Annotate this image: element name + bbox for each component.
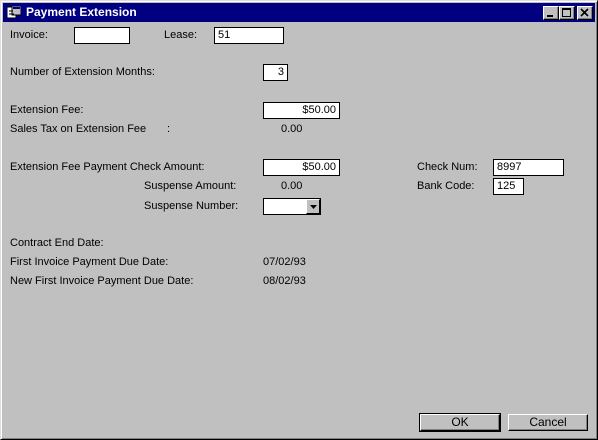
minimize-button[interactable] (543, 6, 559, 20)
window-title: Payment Extension (26, 5, 137, 19)
bank-code-label: Bank Code: (417, 180, 475, 192)
lease-label: Lease: (164, 29, 198, 41)
close-icon (580, 8, 589, 17)
bank-code-field[interactable]: 125 (493, 178, 524, 195)
payment-extension-window: Payment Extension Invoice: Lease: 51 Num… (0, 0, 598, 440)
check-amount-field[interactable]: $50.00 (263, 159, 340, 176)
title-bar[interactable]: Payment Extension (3, 3, 595, 22)
maximize-button[interactable] (559, 6, 575, 20)
suspense-amount-value: 0.00 (281, 180, 303, 192)
suspense-amount-label: Suspense Amount: (144, 180, 237, 192)
invoice-field[interactable] (74, 27, 130, 44)
extension-months-field[interactable]: 3 (263, 64, 288, 81)
check-num-label: Check Num: (417, 161, 478, 173)
minimize-icon (547, 15, 553, 17)
first-due-value: 07/02/93 (263, 256, 306, 268)
new-first-due-value: 08/02/93 (263, 275, 306, 287)
suspense-number-label: Suspense Number: (144, 200, 239, 212)
sales-tax-value: 0.00 (281, 123, 303, 135)
check-num-field[interactable]: 8997 (493, 159, 564, 176)
new-first-due-label: New First Invoice Payment Due Date: (10, 275, 194, 287)
suspense-number-select[interactable] (263, 198, 321, 215)
first-due-label: First Invoice Payment Due Date: (10, 256, 169, 268)
contract-end-label: Contract End Date: (10, 237, 104, 249)
suspense-number-dropdown-button[interactable] (306, 199, 320, 214)
app-icon (6, 5, 22, 19)
chevron-down-icon (310, 205, 317, 209)
invoice-label: Invoice: (10, 29, 48, 41)
extension-months-label: Number of Extension Months: (10, 66, 155, 78)
extension-fee-field[interactable]: $50.00 (263, 102, 340, 119)
maximize-icon (562, 8, 571, 17)
sales-tax-label: Sales Tax on Extension Fee (10, 123, 147, 135)
cancel-button[interactable]: Cancel (508, 414, 588, 431)
lease-field[interactable]: 51 (214, 27, 284, 44)
ok-button[interactable]: OK (419, 413, 501, 432)
extension-fee-label: Extension Fee: (10, 104, 84, 116)
sales-tax-colon: : (167, 123, 171, 135)
close-button[interactable] (577, 6, 593, 20)
check-amount-label: Extension Fee Payment Check Amount: (10, 161, 205, 173)
